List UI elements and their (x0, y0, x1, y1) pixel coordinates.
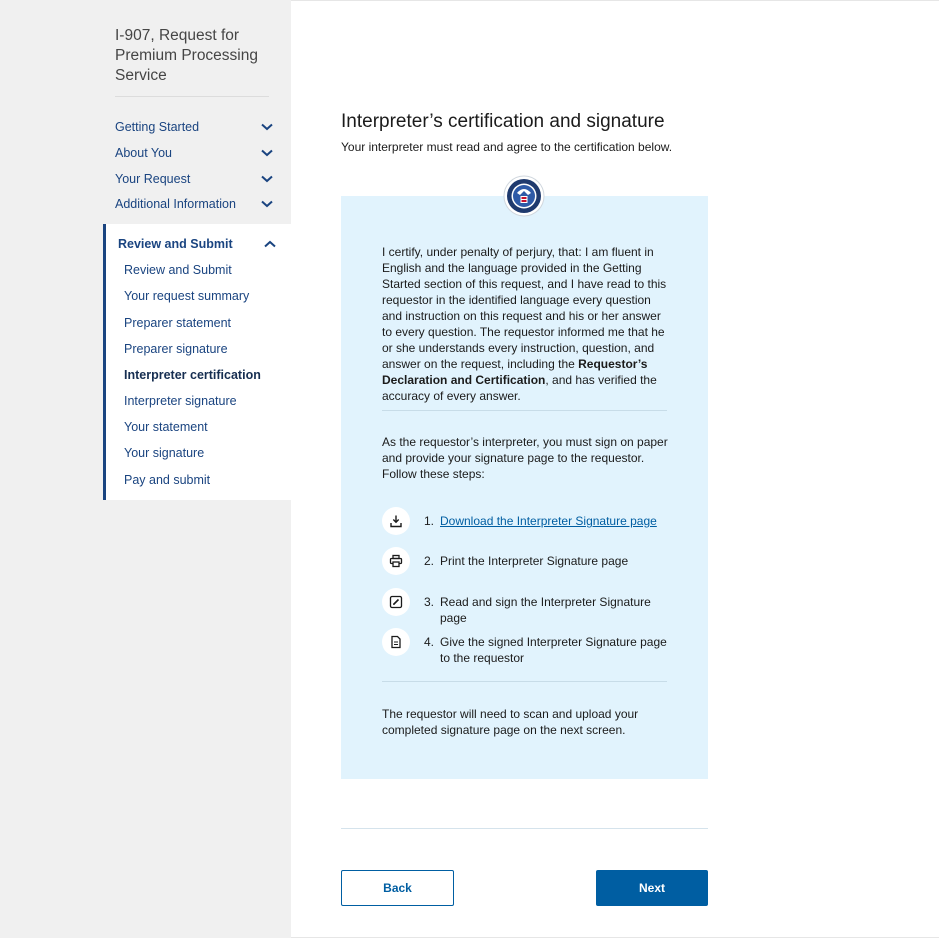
certification-box: I certify, under penalty of perjury, tha… (341, 196, 708, 779)
chevron-down-icon (259, 145, 275, 161)
nav-review-and-submit[interactable]: Review and Submit (118, 234, 278, 254)
download-icon (382, 507, 410, 535)
sub-item-request-summary[interactable]: Your request summary (124, 289, 284, 303)
page-subtitle: Your interpreter must read and agree to … (341, 140, 673, 154)
edit-icon (382, 588, 410, 616)
divider (382, 681, 667, 682)
step-number: 3. (424, 595, 435, 609)
sub-item-review-and-submit[interactable]: Review and Submit (124, 263, 284, 277)
sub-item-your-statement[interactable]: Your statement (124, 420, 284, 434)
nav-label: About You (115, 146, 173, 160)
chevron-up-icon (262, 236, 278, 252)
upload-note: The requestor will need to scan and uplo… (382, 707, 639, 737)
step-number: 2. (424, 554, 435, 568)
step-text: Print the Interpreter Signature page (440, 554, 629, 568)
nav-your-request[interactable]: Your Request (115, 167, 275, 191)
step-print: 2. Print the Interpreter Signature page (382, 547, 672, 575)
nav-getting-started[interactable]: Getting Started (115, 115, 275, 139)
divider (382, 410, 667, 411)
printer-icon (382, 547, 410, 575)
sub-item-interpreter-certification[interactable]: Interpreter certification (124, 368, 284, 382)
nav-additional-information[interactable]: Additional Information (115, 192, 275, 216)
chevron-down-icon (259, 196, 275, 212)
step-text: Give the signed Interpreter Signature pa… (440, 635, 667, 665)
step-download: 1. Download the Interpreter Signature pa… (382, 507, 672, 535)
nav-label: Additional Information (115, 197, 236, 211)
title-divider (115, 96, 269, 97)
sidebar: I-907, Request for Premium Processing Se… (0, 0, 291, 938)
sub-item-your-signature[interactable]: Your signature (124, 446, 284, 460)
document-icon (382, 628, 410, 656)
nav-label: Review and Submit (118, 237, 233, 251)
nav-label: Your Request (115, 172, 191, 186)
dhs-seal-icon (503, 175, 545, 217)
chevron-down-icon (259, 119, 275, 135)
page-title: Interpreter’s certification and signatur… (341, 111, 665, 132)
nav-review-and-submit-panel: Review and Submit Review and Submit Your… (103, 224, 291, 500)
sub-item-preparer-statement[interactable]: Preparer statement (124, 316, 284, 330)
nav-about-you[interactable]: About You (115, 141, 275, 165)
form-title: I-907, Request for Premium Processing Se… (115, 27, 258, 84)
step-sign: 3. Read and sign the Interpreter Signatu… (382, 588, 672, 626)
step-text: Read and sign the Interpreter Signature … (440, 595, 651, 625)
footer-divider (341, 828, 708, 829)
step-number: 1. (424, 514, 435, 528)
signing-instructions: As the requestor’s interpreter, you must… (382, 435, 668, 481)
chevron-down-icon (259, 171, 275, 187)
sub-item-interpreter-signature[interactable]: Interpreter signature (124, 394, 284, 408)
step-number: 4. (424, 635, 435, 649)
back-button[interactable]: Back (341, 870, 454, 906)
sub-item-preparer-signature[interactable]: Preparer signature (124, 342, 284, 356)
next-button[interactable]: Next (596, 870, 708, 906)
download-signature-page-link[interactable]: Download the Interpreter Signature page (440, 507, 657, 529)
sub-item-pay-and-submit[interactable]: Pay and submit (124, 473, 284, 487)
certification-text-before: I certify, under penalty of perjury, tha… (382, 245, 667, 371)
certification-statement: I certify, under penalty of perjury, tha… (382, 244, 672, 404)
nav-label: Getting Started (115, 120, 200, 134)
step-give: 4. Give the signed Interpreter Signature… (382, 628, 672, 666)
